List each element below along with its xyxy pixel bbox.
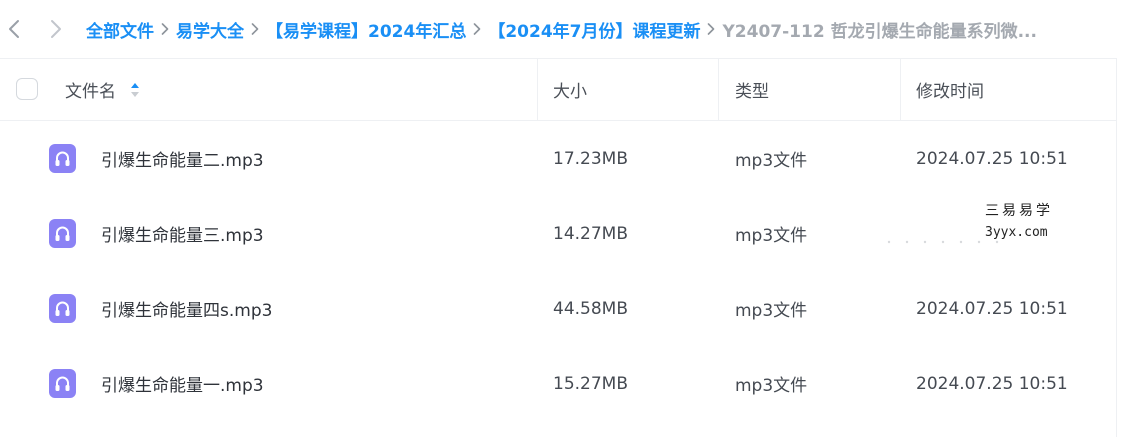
file-modified: 2024.07.25 10:51 [916,148,1068,169]
column-header-modified-label: 修改时间 [916,82,984,102]
file-modified: 2024.07.25 10:51 [916,373,1068,394]
file-name[interactable]: 引爆生命能量一.mp3 [101,346,264,421]
chevron-right-icon [466,23,488,35]
breadcrumb-item-july-update[interactable]: 【2024年7月份】课程更新 [488,17,700,42]
back-button[interactable] [3,18,25,40]
watermark: 三易易学 3yyx.com [985,200,1053,240]
chevron-right-icon [51,20,61,38]
watermark-dots [887,240,999,244]
column-header-size[interactable]: 大小 [553,59,587,120]
table-row[interactable]: 引爆生命能量一.mp3 15.27MB mp3文件 2024.07.25 10:… [0,346,1116,421]
column-header-size-label: 大小 [553,82,587,102]
chevron-right-icon [154,23,176,35]
file-type: mp3文件 [735,226,808,246]
breadcrumb-item-current-folder: Y2407-112 哲龙引爆生命能量系列微... [722,21,1037,42]
file-type: mp3文件 [735,376,808,396]
file-size: 14.27MB [553,223,628,244]
table-row[interactable]: 引爆生命能量二.mp3 17.23MB mp3文件 2024.07.25 10:… [0,121,1116,196]
audio-file-icon [48,293,77,324]
file-type: mp3文件 [735,151,808,171]
column-header-type-label: 类型 [735,82,769,102]
column-header-name-label: 文件名 [65,82,116,102]
breadcrumb-item-yixue-daquan[interactable]: 易学大全 [176,17,244,42]
audio-file-icon [48,218,77,249]
column-header-modified[interactable]: 修改时间 [916,59,984,120]
forward-button[interactable] [45,18,67,40]
file-name[interactable]: 引爆生命能量四s.mp3 [101,271,272,346]
breadcrumb-item-all-files[interactable]: 全部文件 [86,17,154,42]
breadcrumb-bar: 全部文件 易学大全 【易学课程】2024年汇总 【2024年7月份】课程更新 Y… [0,0,1144,58]
file-size: 15.27MB [553,373,628,394]
file-type: mp3文件 [735,301,808,321]
chevron-right-icon [700,23,722,35]
file-size: 44.58MB [553,298,628,319]
table-header: 文件名 大小 类型 修改时间 [0,59,1116,121]
breadcrumb-item-2024-summary[interactable]: 【易学课程】2024年汇总 [266,17,466,42]
breadcrumb: 全部文件 易学大全 【易学课程】2024年汇总 【2024年7月份】课程更新 Y… [86,0,1037,58]
column-header-name[interactable]: 文件名 [65,59,140,120]
file-modified: 2024.07.25 10:51 [916,298,1068,319]
sort-icon[interactable] [130,80,140,100]
file-name[interactable]: 引爆生命能量三.mp3 [101,196,264,271]
chevron-left-icon [9,20,19,38]
column-divider[interactable] [900,59,901,120]
file-name[interactable]: 引爆生命能量二.mp3 [101,121,264,196]
select-all-checkbox[interactable] [16,78,38,100]
table-row[interactable]: 引爆生命能量三.mp3 14.27MB mp3文件 [0,196,1116,271]
file-size: 17.23MB [553,148,628,169]
chevron-right-icon [244,23,266,35]
column-divider[interactable] [718,59,719,120]
audio-file-icon [48,143,77,174]
column-header-type[interactable]: 类型 [735,59,769,120]
watermark-line1: 三易易学 [985,203,1053,219]
audio-file-icon [48,368,77,399]
scrollbar-track[interactable] [1116,58,1144,437]
table-row[interactable]: 引爆生命能量四s.mp3 44.58MB mp3文件 2024.07.25 10… [0,271,1116,346]
column-divider[interactable] [537,59,538,120]
